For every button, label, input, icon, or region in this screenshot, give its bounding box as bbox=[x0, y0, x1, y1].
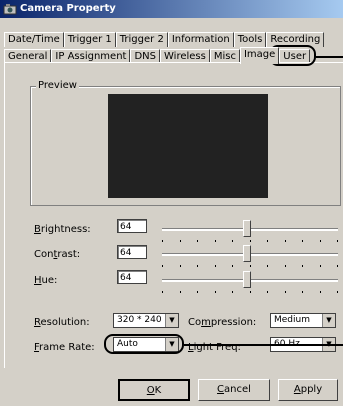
slider-tick bbox=[180, 265, 181, 267]
chevron-down-icon[interactable]: ▼ bbox=[322, 314, 335, 327]
ok-button[interactable]: OK bbox=[118, 379, 190, 401]
slider-tick bbox=[232, 240, 233, 242]
slider-tick bbox=[197, 240, 198, 242]
hue-label: Hue: bbox=[34, 275, 58, 286]
tab-image[interactable]: Image bbox=[239, 47, 280, 64]
camera-preview bbox=[108, 94, 268, 198]
slider-tick bbox=[302, 291, 303, 293]
slider-tick bbox=[267, 240, 268, 242]
camera-app-icon bbox=[3, 4, 17, 15]
tab-tools[interactable]: Tools bbox=[233, 32, 267, 47]
slider-tick bbox=[232, 265, 233, 267]
brightness-label: Brightness: bbox=[34, 224, 91, 235]
slider-tick bbox=[267, 291, 268, 293]
slider-tick bbox=[215, 291, 216, 293]
slider-tick bbox=[215, 240, 216, 242]
slider-tick bbox=[337, 265, 338, 267]
slider-tick bbox=[250, 265, 251, 267]
slider-tick bbox=[320, 265, 321, 267]
slider-tick bbox=[337, 240, 338, 242]
frame-rate-label: Frame Rate: bbox=[34, 342, 95, 353]
slider-tick bbox=[162, 291, 163, 293]
contrast-slider-ticks bbox=[162, 265, 338, 269]
slider-tick bbox=[320, 240, 321, 242]
slider-tick bbox=[337, 291, 338, 293]
slider-tick bbox=[250, 240, 251, 242]
contrast-slider-thumb[interactable] bbox=[243, 245, 251, 262]
slider-tick bbox=[285, 265, 286, 267]
slider-tick bbox=[180, 240, 181, 242]
slider-tick bbox=[197, 291, 198, 293]
compression-select[interactable]: Medium ▼ bbox=[270, 313, 336, 328]
tab-trigger-2[interactable]: Trigger 2 bbox=[115, 32, 168, 47]
window-title: Camera Property bbox=[20, 3, 116, 14]
hue-slider-ticks bbox=[162, 291, 338, 295]
slider-tick bbox=[285, 291, 286, 293]
slider-tick bbox=[267, 265, 268, 267]
tab-trigger-1[interactable]: Trigger 1 bbox=[63, 32, 116, 47]
slider-tick bbox=[302, 240, 303, 242]
image-tab-callout-line bbox=[316, 56, 343, 58]
slider-tick bbox=[162, 265, 163, 267]
brightness-slider-thumb[interactable] bbox=[243, 220, 251, 237]
contrast-label: Contrast: bbox=[34, 249, 81, 260]
brightness-value-field[interactable]: 64 bbox=[117, 219, 147, 233]
hue-slider-thumb[interactable] bbox=[243, 271, 251, 288]
frame-rate-callout bbox=[104, 334, 184, 354]
slider-tick bbox=[162, 240, 163, 242]
slider-tick bbox=[302, 265, 303, 267]
hue-value-field[interactable]: 64 bbox=[117, 270, 147, 284]
slider-tick bbox=[232, 291, 233, 293]
title-bar: Camera Property bbox=[0, 0, 343, 18]
resolution-select-value: 320 * 240 bbox=[117, 315, 162, 325]
preview-group-label: Preview bbox=[36, 80, 79, 91]
chevron-down-icon[interactable]: ▼ bbox=[165, 314, 178, 327]
frame-rate-callout-line bbox=[184, 344, 343, 346]
cancel-button[interactable]: Cancel bbox=[198, 379, 270, 401]
camera-property-window: Camera Property Date/Time Trigger 1 Trigge… bbox=[0, 0, 343, 406]
apply-button[interactable]: Apply bbox=[278, 379, 338, 401]
tab-information[interactable]: Information bbox=[167, 32, 234, 47]
slider-tick bbox=[320, 291, 321, 293]
slider-tick bbox=[180, 291, 181, 293]
slider-tick bbox=[215, 265, 216, 267]
slider-tick bbox=[250, 291, 251, 293]
contrast-value-field[interactable]: 64 bbox=[117, 245, 147, 259]
compression-label: Compression: bbox=[188, 317, 257, 328]
slider-tick bbox=[197, 265, 198, 267]
brightness-slider-ticks bbox=[162, 240, 338, 244]
tab-date-time[interactable]: Date/Time bbox=[4, 32, 64, 47]
slider-tick bbox=[285, 240, 286, 242]
resolution-select[interactable]: 320 * 240 ▼ bbox=[113, 313, 179, 328]
resolution-label: Resolution: bbox=[34, 317, 90, 328]
compression-select-value: Medium bbox=[274, 315, 310, 325]
